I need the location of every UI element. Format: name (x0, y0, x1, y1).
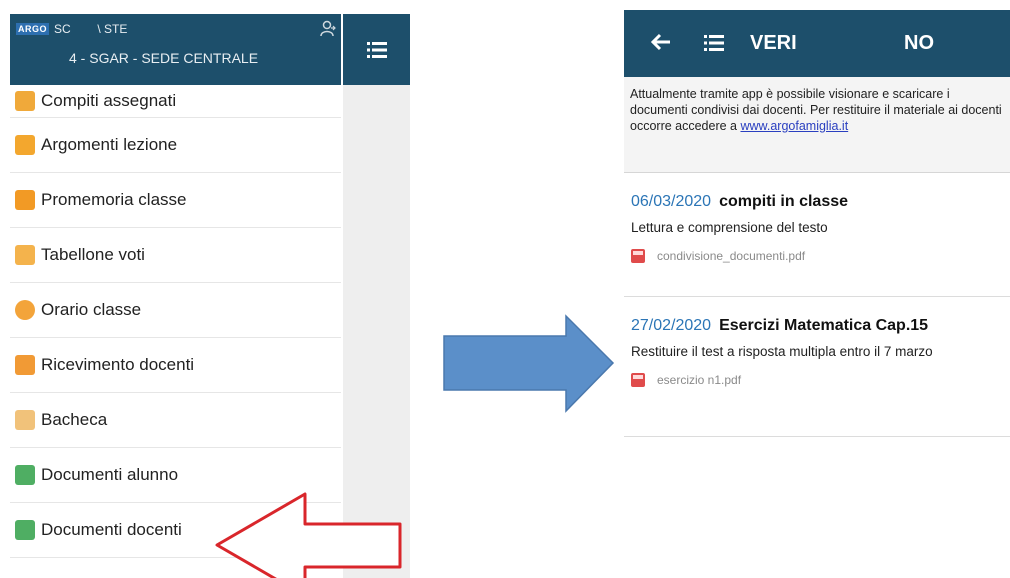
school-name: SC \ STE (54, 22, 128, 36)
menu-item-argomenti-lezione[interactable]: Argomenti lezione (10, 118, 341, 173)
page-title: VERI (750, 32, 797, 54)
document-description: Lettura e comprensione del testo (631, 220, 828, 235)
document-item[interactable]: 27/02/2020 Esercizi Matematica Cap.15 Res… (624, 297, 1010, 437)
school-branch: 4 - SGAR - SEDE CENTRALE (69, 50, 259, 66)
page-title-end: NO (904, 32, 934, 54)
argo-logo: ARGO (16, 23, 49, 35)
pdf-icon (631, 373, 645, 387)
back-arrow-icon[interactable] (651, 33, 671, 51)
argofamiglia-link[interactable]: www.argofamiglia.it (740, 119, 848, 133)
document-title: Esercizi Matematica Cap.15 (719, 317, 929, 334)
homework-icon (15, 91, 35, 111)
document-date: 06/03/2020 (631, 193, 712, 210)
teacher-meeting-icon (15, 355, 35, 375)
student-documents-icon (15, 465, 35, 485)
list-menu-icon (366, 41, 387, 58)
attachment-link[interactable]: condivisione_documenti.pdf (631, 249, 1010, 263)
menu-item-label: Compiti assegnati (41, 91, 177, 110)
content-backdrop (343, 85, 410, 578)
menu-item-orario-classe[interactable]: Orario classe (10, 283, 341, 338)
menu-item-label: Bacheca (41, 410, 108, 429)
grades-board-icon (15, 245, 35, 265)
lesson-topics-icon (15, 135, 35, 155)
menu-item-label: Documenti docenti (41, 520, 182, 539)
menu-item-tabellone-voti[interactable]: Tabellone voti (10, 228, 341, 283)
menu-item-promemoria-classe[interactable]: Promemoria classe (10, 173, 341, 228)
attachment-filename: esercizio n1.pdf (657, 373, 742, 387)
menu-item-label: Documenti alunno (41, 465, 179, 484)
menu-item-documenti-docenti[interactable]: Documenti docenti (10, 503, 341, 558)
menu-item-ricevimento-docenti[interactable]: Ricevimento docenti (10, 338, 341, 393)
document-title: compiti in classe (719, 193, 849, 210)
document-date: 27/02/2020 (631, 317, 712, 334)
menu-item-bacheca[interactable]: Bacheca (10, 393, 341, 448)
transition-arrow (443, 314, 615, 413)
menu-item-label: Promemoria classe (41, 190, 187, 209)
menu-item-label: Tabellone voti (41, 245, 145, 264)
right-app-screen: VERI NO Attualmente tramite app è possib… (624, 10, 1010, 578)
pdf-icon (631, 249, 645, 263)
teacher-documents-icon (15, 520, 35, 540)
info-notice: Attualmente tramite app è possibile visi… (624, 77, 1010, 173)
app-header: ARGO SC \ STE 4 - SGAR - SEDE CENTRALE (10, 14, 341, 85)
list-menu-icon[interactable] (704, 35, 724, 51)
menu-item-label: Ricevimento docenti (41, 355, 195, 374)
attachment-filename: condivisione_documenti.pdf (657, 249, 806, 263)
side-menu: Compiti assegnati Argomenti lezione Prom… (10, 85, 341, 558)
menu-toggle-button[interactable] (343, 14, 410, 85)
left-app-screen: ARGO SC \ STE 4 - SGAR - SEDE CENTRALE C… (10, 14, 410, 578)
user-switch-icon[interactable] (319, 20, 337, 38)
app-header: VERI NO (624, 10, 1010, 77)
clock-icon (15, 300, 35, 320)
menu-item-compiti-assegnati[interactable]: Compiti assegnati (10, 85, 341, 118)
menu-item-label: Argomenti lezione (41, 135, 178, 154)
attachment-link[interactable]: esercizio n1.pdf (631, 373, 1010, 387)
menu-item-label: Orario classe (41, 300, 142, 319)
noticeboard-icon (15, 410, 35, 430)
reminder-icon (15, 190, 35, 210)
menu-item-documenti-alunno[interactable]: Documenti alunno (10, 448, 341, 503)
document-item[interactable]: 06/03/2020 compiti in classe Lettura e co… (624, 173, 1010, 297)
document-description: Restituire il test a risposta multipla e… (631, 344, 933, 359)
